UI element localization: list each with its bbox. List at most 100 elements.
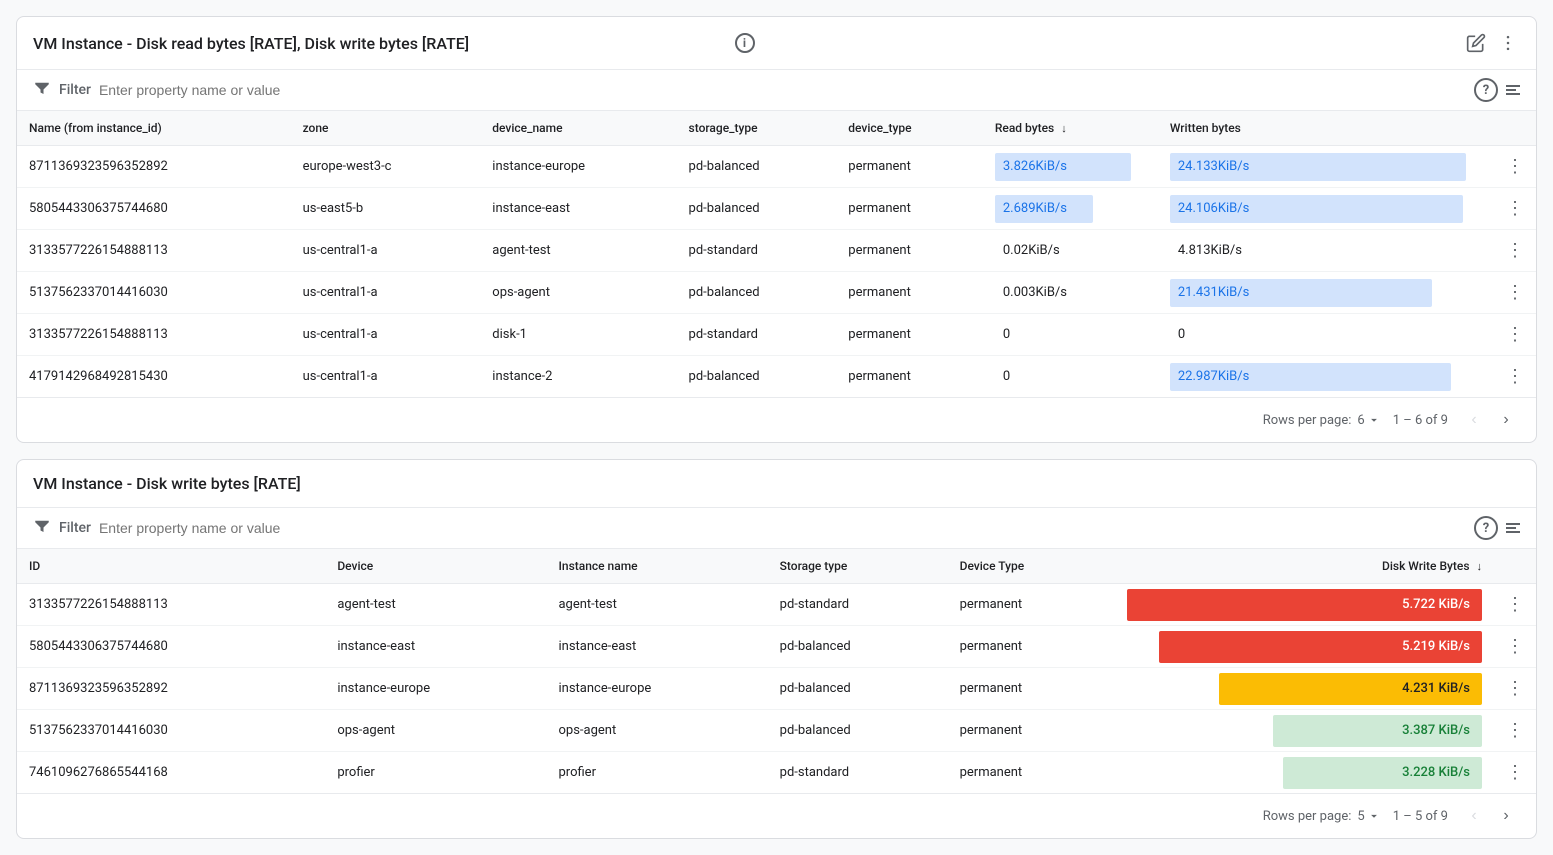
p2-cell-more[interactable]: ⋮ bbox=[1494, 626, 1536, 668]
p2-cell-disk-write: 5.722 KiB/s bbox=[1115, 584, 1494, 626]
panel2-help-icon[interactable]: ? bbox=[1474, 516, 1498, 540]
col-name: Name (from instance_id) bbox=[17, 111, 291, 146]
table-row: 3133577226154888113 us-central1-a agent-… bbox=[17, 230, 1536, 272]
p2-cell-storage: pd-balanced bbox=[768, 668, 948, 710]
cell-device: disk-1 bbox=[480, 314, 676, 356]
cell-device-type: permanent bbox=[836, 272, 983, 314]
cell-name: 5137562337014416030 bbox=[17, 272, 291, 314]
table-row: 5137562337014416030 ops-agent ops-agent … bbox=[17, 710, 1536, 752]
p2-more-icon[interactable]: ⋮ bbox=[1506, 636, 1524, 657]
more-icon[interactable]: ⋮ bbox=[1506, 156, 1524, 177]
col-storage-type: storage_type bbox=[677, 111, 837, 146]
cell-more[interactable]: ⋮ bbox=[1494, 314, 1536, 356]
panel2-title: VM Instance - Disk write bytes [RATE] bbox=[33, 474, 301, 493]
more-icon[interactable]: ⋮ bbox=[1506, 240, 1524, 261]
cell-read: 0 bbox=[983, 356, 1158, 398]
rows-per-page-select[interactable]: 6 bbox=[1357, 413, 1380, 428]
filter-label: Filter bbox=[59, 82, 91, 98]
p2-cell-instance: instance-east bbox=[546, 626, 767, 668]
p2-cell-more[interactable]: ⋮ bbox=[1494, 584, 1536, 626]
panel1: VM Instance - Disk read bytes [RATE], Di… bbox=[16, 16, 1537, 443]
panel2-filter-input[interactable] bbox=[99, 520, 1466, 536]
cell-device-type: permanent bbox=[836, 188, 983, 230]
p2-cell-more[interactable]: ⋮ bbox=[1494, 710, 1536, 752]
cell-device-type: permanent bbox=[836, 314, 983, 356]
cell-zone: us-central1-a bbox=[291, 314, 481, 356]
p2-prev-page-btn[interactable]: ‹ bbox=[1460, 802, 1488, 830]
p2-cell-storage: pd-standard bbox=[768, 584, 948, 626]
cell-zone: europe-west3-c bbox=[291, 146, 481, 188]
cell-written: 21.431KiB/s bbox=[1158, 272, 1494, 314]
table-row: 8711369323596352892 europe-west3-c insta… bbox=[17, 146, 1536, 188]
p2-cell-device: instance-europe bbox=[325, 668, 546, 710]
col-written-bytes: Written bytes bbox=[1158, 111, 1494, 146]
cell-storage: pd-standard bbox=[677, 314, 837, 356]
p2-cell-disk-write: 5.219 KiB/s bbox=[1115, 626, 1494, 668]
col-device-name: device_name bbox=[480, 111, 676, 146]
p2-cell-more[interactable]: ⋮ bbox=[1494, 752, 1536, 794]
p2-cell-more[interactable]: ⋮ bbox=[1494, 668, 1536, 710]
col-read-bytes[interactable]: Read bytes ↓ bbox=[983, 111, 1158, 146]
p2-cell-storage: pd-balanced bbox=[768, 626, 948, 668]
p2-col-instance: Instance name bbox=[546, 549, 767, 584]
cell-zone: us-east5-b bbox=[291, 188, 481, 230]
table-row: 4179142968492815430 us-central1-a instan… bbox=[17, 356, 1536, 398]
panel1-filter-input[interactable] bbox=[99, 82, 1466, 98]
cell-more[interactable]: ⋮ bbox=[1494, 272, 1536, 314]
p2-cell-storage: pd-standard bbox=[768, 752, 948, 794]
panel2-table: ID Device Instance name Storage type Dev… bbox=[17, 549, 1536, 793]
p2-more-icon[interactable]: ⋮ bbox=[1506, 594, 1524, 615]
cell-name: 8711369323596352892 bbox=[17, 146, 291, 188]
p2-cell-device-type: permanent bbox=[948, 626, 1116, 668]
next-page-btn[interactable]: › bbox=[1492, 406, 1520, 434]
p2-next-page-btn[interactable]: › bbox=[1492, 802, 1520, 830]
p2-cell-storage: pd-balanced bbox=[768, 710, 948, 752]
p2-cell-instance: ops-agent bbox=[546, 710, 767, 752]
p2-rows-per-page-select[interactable]: 5 bbox=[1357, 809, 1380, 824]
filter-icon bbox=[33, 79, 51, 101]
edit-icon[interactable] bbox=[1464, 31, 1488, 55]
cell-read: 0.003KiB/s bbox=[983, 272, 1158, 314]
p2-cell-device-type: permanent bbox=[948, 710, 1116, 752]
cell-more[interactable]: ⋮ bbox=[1494, 188, 1536, 230]
cell-read: 0.02KiB/s bbox=[983, 230, 1158, 272]
info-icon[interactable]: i bbox=[735, 33, 755, 53]
cell-storage: pd-balanced bbox=[677, 188, 837, 230]
panel1-header: VM Instance - Disk read bytes [RATE], Di… bbox=[17, 17, 1536, 70]
cell-more[interactable]: ⋮ bbox=[1494, 356, 1536, 398]
p2-cell-device: agent-test bbox=[325, 584, 546, 626]
cell-written: 24.106KiB/s bbox=[1158, 188, 1494, 230]
more-icon[interactable]: ⋮ bbox=[1506, 324, 1524, 345]
help-icon[interactable]: ? bbox=[1474, 78, 1498, 102]
panel2-columns-icon[interactable] bbox=[1506, 523, 1520, 533]
more-icon[interactable]: ⋮ bbox=[1506, 198, 1524, 219]
table-row: 7461096276865544168 profier profier pd-s… bbox=[17, 752, 1536, 794]
panel1-title: VM Instance - Disk read bytes [RATE], Di… bbox=[33, 34, 727, 53]
p2-cell-device: profier bbox=[325, 752, 546, 794]
prev-page-btn[interactable]: ‹ bbox=[1460, 406, 1488, 434]
p2-more-icon[interactable]: ⋮ bbox=[1506, 678, 1524, 699]
p2-cell-id: 3133577226154888113 bbox=[17, 584, 325, 626]
columns-icon[interactable] bbox=[1506, 85, 1520, 95]
cell-device: instance-2 bbox=[480, 356, 676, 398]
cell-more[interactable]: ⋮ bbox=[1494, 230, 1536, 272]
page-info: 1 – 6 of 9 bbox=[1393, 413, 1448, 428]
p2-more-icon[interactable]: ⋮ bbox=[1506, 720, 1524, 741]
cell-device: ops-agent bbox=[480, 272, 676, 314]
table-row: 5805443306375744680 us-east5-b instance-… bbox=[17, 188, 1536, 230]
cell-read: 0 bbox=[983, 314, 1158, 356]
table-row: 3133577226154888113 agent-test agent-tes… bbox=[17, 584, 1536, 626]
cell-zone: us-central1-a bbox=[291, 230, 481, 272]
p2-more-icon[interactable]: ⋮ bbox=[1506, 762, 1524, 783]
cell-name: 5805443306375744680 bbox=[17, 188, 291, 230]
cell-written: 0 bbox=[1158, 314, 1494, 356]
more-icon[interactable]: ⋮ bbox=[1506, 282, 1524, 303]
more-icon[interactable]: ⋮ bbox=[1506, 366, 1524, 387]
p2-col-storage: Storage type bbox=[768, 549, 948, 584]
p2-col-device: Device bbox=[325, 549, 546, 584]
p2-sort-arrow: ↓ bbox=[1477, 560, 1483, 573]
p2-cell-instance: profier bbox=[546, 752, 767, 794]
cell-more[interactable]: ⋮ bbox=[1494, 146, 1536, 188]
table-row: 8711369323596352892 instance-europe inst… bbox=[17, 668, 1536, 710]
more-vert-icon[interactable] bbox=[1496, 31, 1520, 55]
